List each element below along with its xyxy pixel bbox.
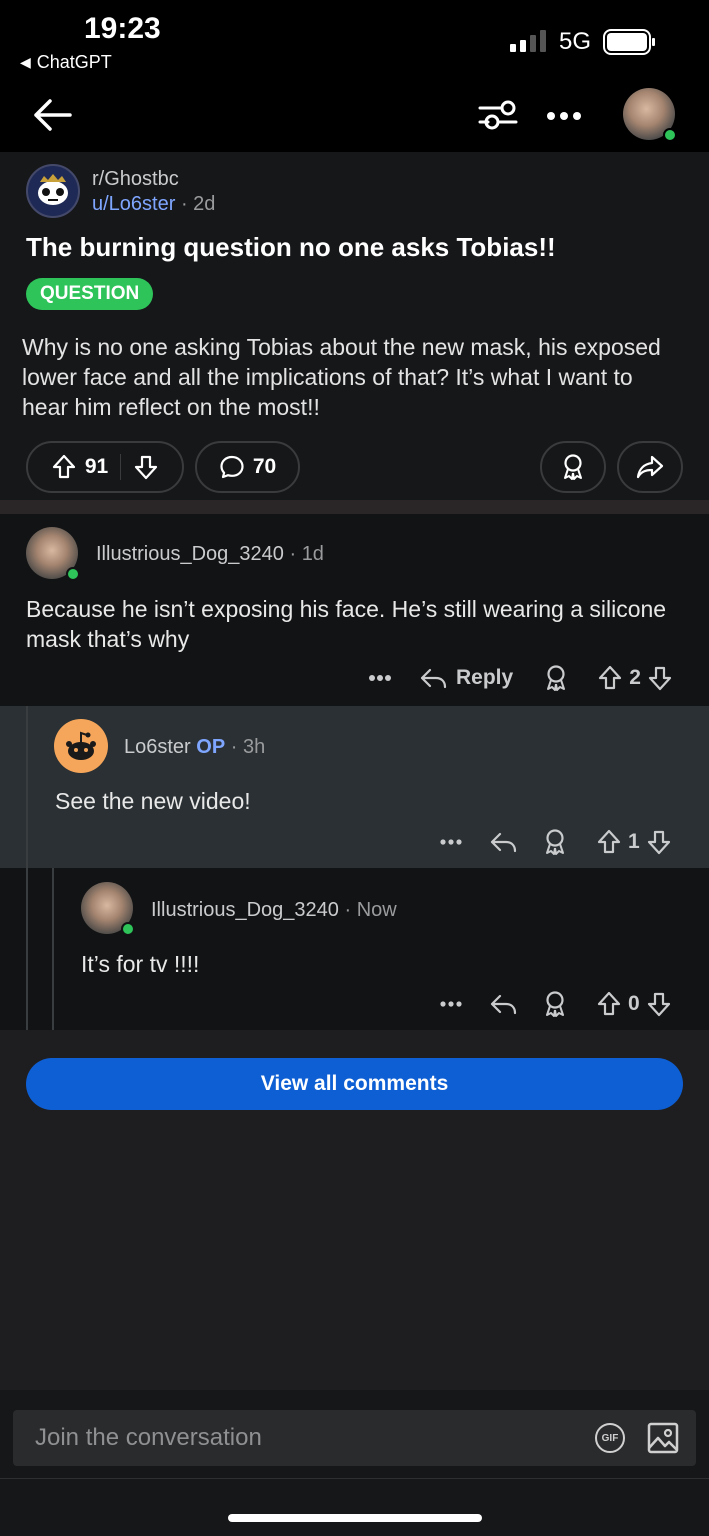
- subreddit-avatar[interactable]: [26, 164, 80, 218]
- comment-age: 1d: [301, 543, 324, 565]
- downvote-icon[interactable]: [646, 991, 672, 1017]
- view-all-comments-button[interactable]: View all comments: [26, 1058, 683, 1110]
- comment-author[interactable]: Lo6ster: [124, 736, 191, 758]
- op-badge: OP: [196, 736, 226, 758]
- comment-age: 3h: [242, 736, 266, 758]
- top-nav-bar: [0, 80, 709, 152]
- back-to-app-link[interactable]: ◀ ChatGPT: [20, 52, 112, 73]
- online-status-dot: [66, 567, 80, 581]
- award-icon: [560, 453, 586, 481]
- comment-actions: 1: [440, 828, 672, 856]
- network-label: 5G: [559, 28, 592, 55]
- reply-label: Reply: [456, 666, 514, 689]
- upvote-icon[interactable]: [597, 665, 623, 691]
- section-separator: [0, 500, 709, 514]
- comment-header: Illustrious_Dog_3240 · Now: [151, 899, 397, 922]
- dot-separator: ·: [230, 736, 243, 758]
- commenter-avatar[interactable]: [81, 882, 135, 936]
- home-indicator[interactable]: [228, 1514, 482, 1522]
- composer: GIF: [13, 1410, 696, 1466]
- share-icon: [636, 454, 664, 480]
- comment-age: Now: [356, 899, 397, 921]
- post-vote-count: 91: [84, 455, 109, 478]
- award-icon[interactable]: [542, 828, 568, 856]
- comment-input[interactable]: [35, 1422, 575, 1454]
- comment-header: Lo6ster OP · 3h: [124, 736, 265, 759]
- commenter-avatar[interactable]: [26, 527, 80, 581]
- comment-author[interactable]: Illustrious_Dog_3240: [151, 899, 339, 921]
- reply-button[interactable]: Reply: [420, 666, 513, 690]
- comment-text: Because he isn’t exposing his face. He’s…: [26, 596, 667, 652]
- post-title[interactable]: The burning question no one asks Tobias!…: [26, 232, 556, 263]
- bottom-bar: [0, 1478, 709, 1536]
- comment-vote-count: 2: [629, 666, 641, 689]
- thread-line: [52, 868, 54, 1030]
- downvote-icon[interactable]: [646, 829, 672, 855]
- gif-icon[interactable]: GIF: [595, 1423, 625, 1453]
- online-status-dot: [121, 922, 135, 936]
- more-icon[interactable]: [440, 1000, 462, 1008]
- more-icon[interactable]: [546, 111, 582, 121]
- upvote-icon[interactable]: [596, 829, 622, 855]
- dot-separator: ·: [180, 193, 194, 215]
- comment-vote-count: 0: [628, 992, 640, 1015]
- filter-icon[interactable]: [478, 98, 518, 132]
- dot-separator: ·: [289, 543, 302, 565]
- post-comment-count: 70: [252, 455, 277, 478]
- award-icon[interactable]: [542, 990, 568, 1018]
- online-status-dot: [663, 128, 677, 142]
- post-author-line: u/Lo6ster · 2d: [92, 193, 215, 216]
- gif-label: GIF: [601, 1432, 619, 1444]
- comment-icon: [219, 454, 245, 480]
- dot-separator: ·: [344, 899, 357, 921]
- back-app-label: ChatGPT: [36, 52, 112, 72]
- share-button[interactable]: [617, 441, 683, 493]
- thread-line: [26, 868, 28, 1030]
- award-button[interactable]: [540, 441, 606, 493]
- status-time: 19:23: [84, 12, 161, 45]
- reply-icon[interactable]: [490, 992, 518, 1016]
- more-icon[interactable]: [440, 838, 462, 846]
- upvote-icon[interactable]: [596, 991, 622, 1017]
- comment-header: Illustrious_Dog_3240 · 1d: [96, 543, 324, 566]
- upvote-icon[interactable]: [51, 454, 77, 480]
- signal-icon: [510, 30, 548, 52]
- comment-actions: Reply 2: [368, 664, 673, 692]
- comment-text: It’s for tv !!!!: [81, 951, 200, 977]
- downvote-icon[interactable]: [133, 454, 159, 480]
- back-arrow-icon[interactable]: [32, 97, 72, 133]
- post-body: Why is no one asking Tobias about the ne…: [22, 334, 661, 420]
- post-flair[interactable]: QUESTION: [26, 278, 154, 310]
- downvote-icon[interactable]: [647, 665, 673, 691]
- more-icon[interactable]: [368, 674, 392, 682]
- comment-author[interactable]: Illustrious_Dog_3240: [96, 543, 284, 565]
- post-author[interactable]: u/Lo6ster: [92, 193, 175, 215]
- vote-bar: 91: [26, 441, 184, 493]
- post-age: 2d: [193, 193, 216, 215]
- comment-text: See the new video!: [55, 788, 251, 814]
- image-icon[interactable]: [647, 1422, 679, 1454]
- commenter-avatar[interactable]: [54, 719, 108, 773]
- vote-divider: [120, 454, 122, 480]
- reply-icon[interactable]: [490, 830, 518, 854]
- user-avatar[interactable]: [623, 88, 677, 142]
- comments-button[interactable]: 70: [195, 441, 300, 493]
- battery-icon: [603, 29, 657, 55]
- comment-vote-count: 1: [628, 830, 640, 853]
- reply-icon: [420, 666, 448, 690]
- subreddit-name[interactable]: r/Ghostbc: [92, 168, 179, 191]
- comment-actions: 0: [440, 990, 672, 1018]
- award-icon[interactable]: [543, 664, 569, 692]
- back-triangle-icon: ◀: [20, 54, 31, 70]
